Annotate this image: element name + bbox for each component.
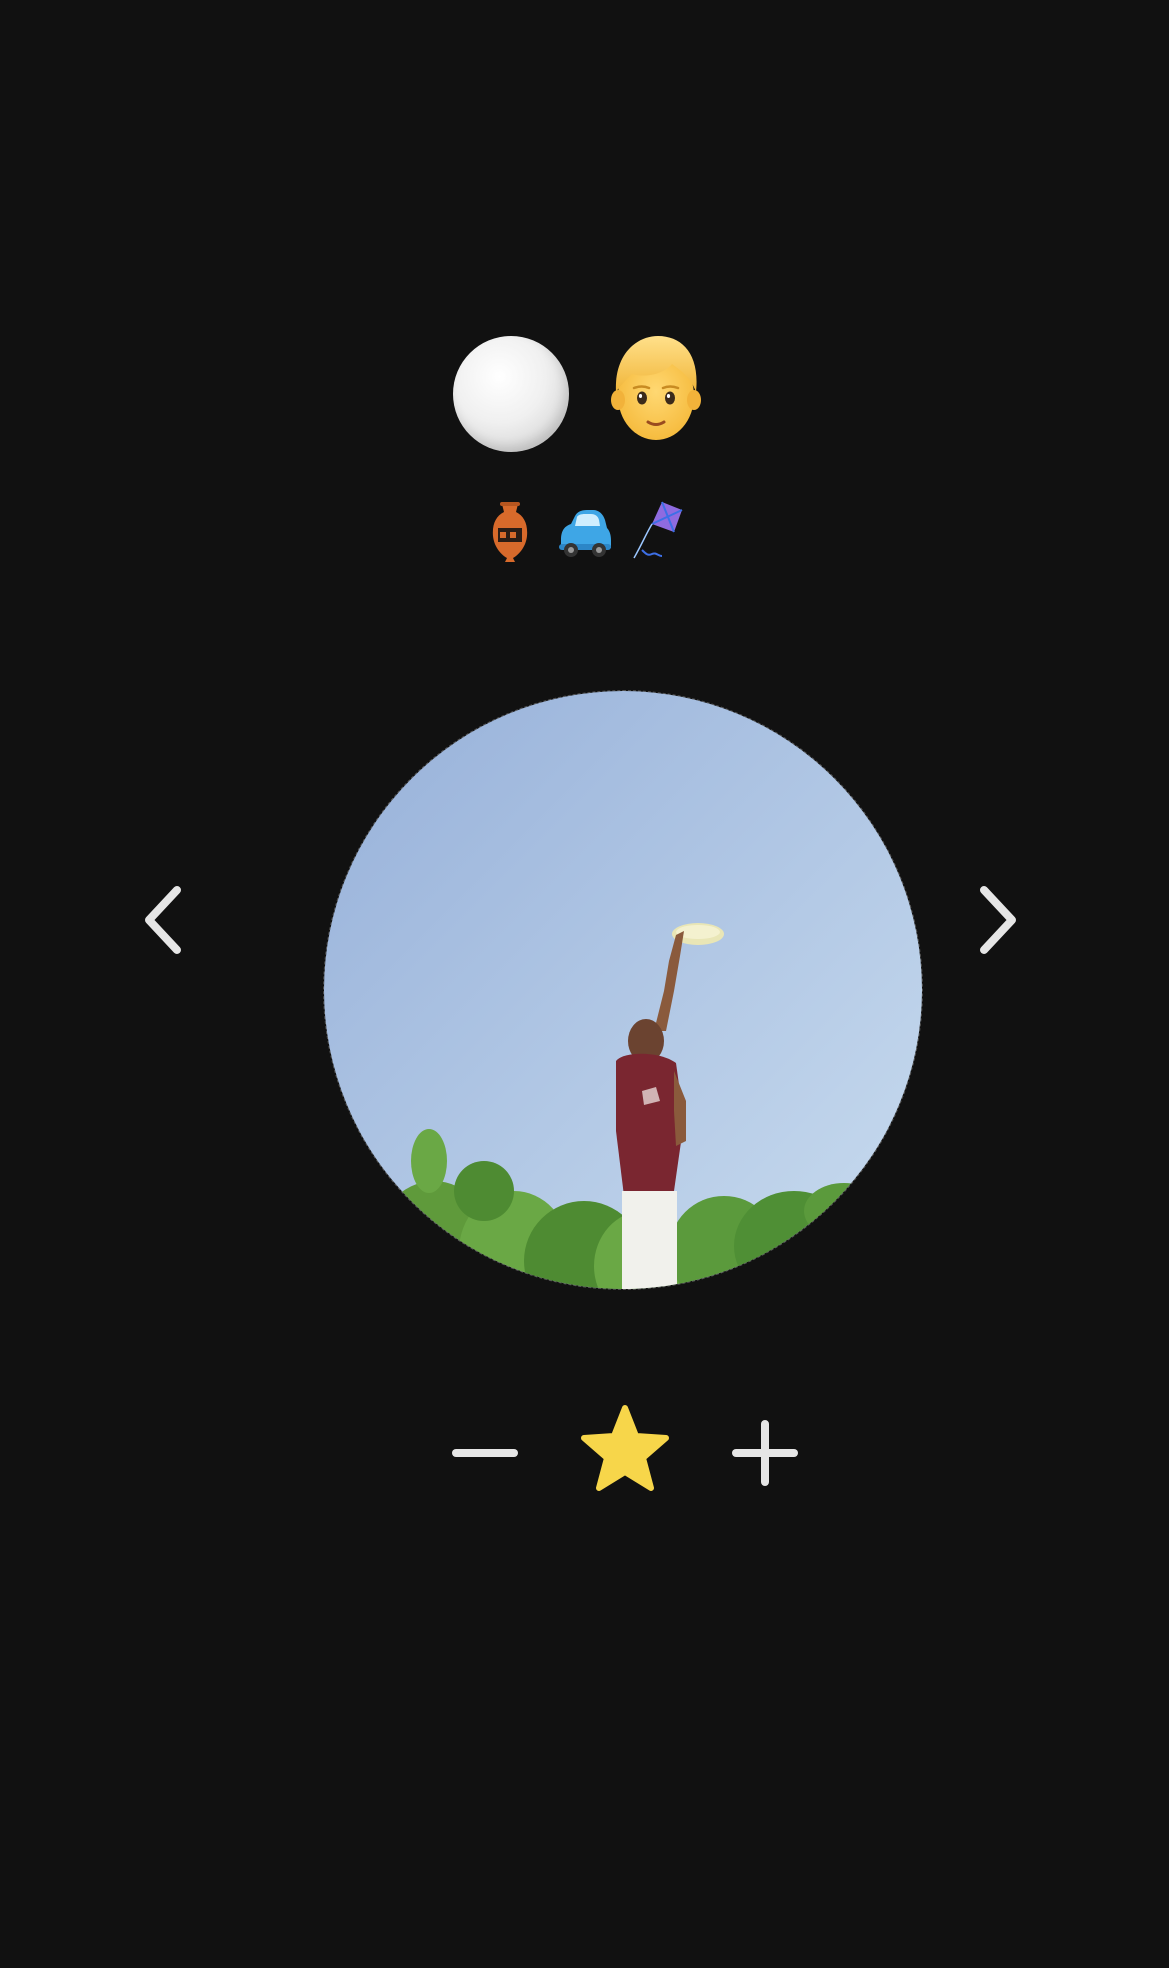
emoji-photo-screen	[0, 0, 1169, 1968]
top-emoji-row	[0, 330, 1169, 452]
rating-controls	[0, 1400, 1169, 1510]
photo-illustration	[324, 691, 922, 1289]
chevron-left-icon[interactable]	[133, 880, 193, 960]
person-icon[interactable]	[606, 330, 706, 450]
small-emoji-row	[0, 500, 1169, 570]
kite-icon[interactable]	[626, 500, 686, 566]
star-icon[interactable]	[575, 1400, 675, 1500]
minus-icon[interactable]	[450, 1438, 520, 1468]
plus-icon[interactable]	[730, 1418, 800, 1488]
amphora-icon[interactable]	[480, 500, 540, 566]
frisbee-catch-photo	[323, 690, 923, 1290]
white-circle-icon[interactable]	[453, 336, 569, 452]
chevron-right-icon[interactable]	[968, 880, 1028, 960]
car-icon[interactable]	[553, 500, 613, 566]
